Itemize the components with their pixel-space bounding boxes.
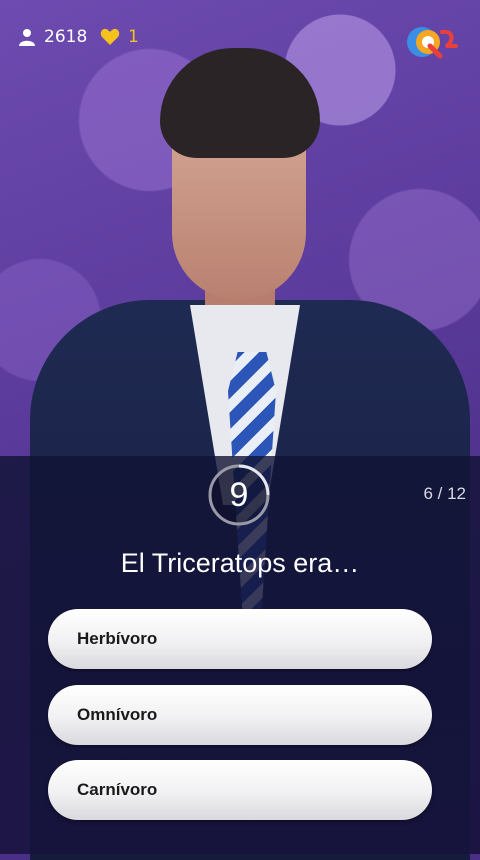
answer-option-2[interactable]: Omnívoro: [48, 685, 432, 745]
q-logo-icon: [407, 27, 458, 59]
person-icon: [19, 29, 35, 46]
answer-option-3[interactable]: Carnívoro: [48, 760, 432, 820]
lives-count: 1: [128, 27, 139, 47]
answer-option-1[interactable]: Herbívoro: [48, 609, 432, 669]
timer-value: 9: [229, 475, 249, 514]
lives-counter: 1: [100, 27, 139, 47]
answer-label: Omnívoro: [77, 705, 158, 724]
answer-label: Carnívoro: [77, 780, 158, 799]
heart-icon: [100, 28, 120, 45]
answer-label: Herbívoro: [77, 629, 158, 648]
top-bar: 2618 1: [0, 0, 480, 76]
question-progress: 6 / 12: [423, 484, 466, 503]
question-text: El Triceratops era…: [120, 548, 360, 578]
viewer-counter: 2618: [18, 27, 87, 47]
viewer-count: 2618: [44, 27, 88, 47]
